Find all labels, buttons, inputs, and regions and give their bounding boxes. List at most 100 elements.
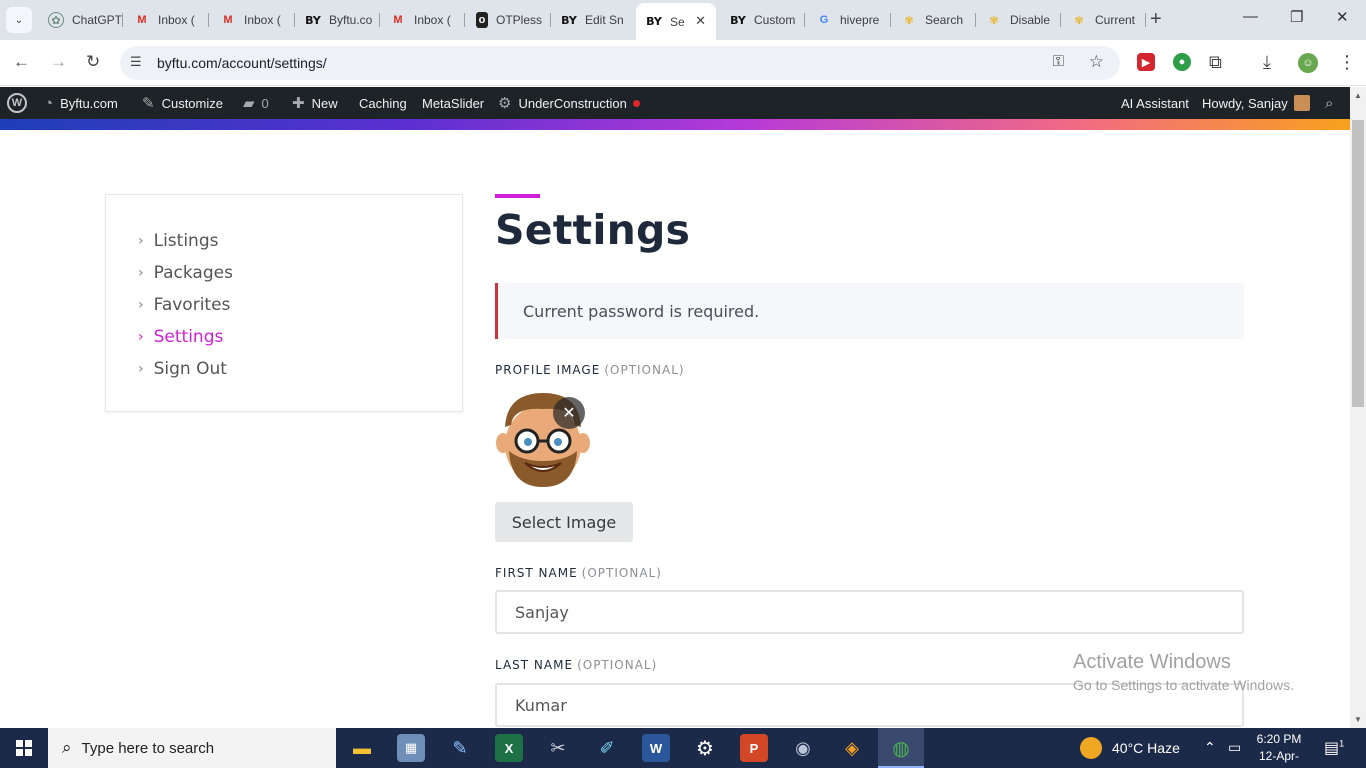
browser-tab-strip: ⌄ ✿ ChatGPT M Inbox ( M Inbox ( BY Byftu… <box>0 0 1366 40</box>
activate-windows-subtitle: Go to Settings to activate Windows. <box>1073 677 1294 693</box>
tab-title: Inbox ( <box>158 13 195 27</box>
tab-inbox-1[interactable]: M Inbox ( <box>124 6 209 34</box>
admin-metaslider-link[interactable]: MetaSlider <box>422 87 484 119</box>
first-name-field[interactable]: Sanjay <box>495 590 1244 634</box>
tray-chevron-up-icon[interactable]: ⌃ <box>1204 739 1216 756</box>
tab-inbox-2[interactable]: M Inbox ( <box>210 6 295 34</box>
tab-custom[interactable]: BY Custom <box>720 6 805 34</box>
file-explorer-icon[interactable]: ▬ <box>348 734 376 762</box>
wordpress-logo-icon[interactable]: W <box>7 87 27 119</box>
byftu-icon: BY <box>646 15 662 28</box>
admin-underconstruction-label: UnderConstruction <box>518 95 627 111</box>
tab-search[interactable]: ✾ Search <box>891 6 976 34</box>
paint-icon[interactable]: ✎ <box>446 734 474 762</box>
snipping-tool-icon[interactable]: ✂ <box>544 734 572 762</box>
settings-gear-icon[interactable]: ⚙ <box>691 734 719 762</box>
admin-account-menu[interactable]: Howdy, Sanjay <box>1202 87 1310 119</box>
tab-title: Search <box>925 13 964 27</box>
notepad-icon[interactable]: ✐ <box>593 734 621 762</box>
tab-edit-snippet[interactable]: BY Edit Sn <box>551 6 636 34</box>
address-bar[interactable]: ☰ byftu.com/account/settings/ ⚿ ☆ <box>120 46 1120 80</box>
password-key-icon[interactable]: ⚿ <box>1053 53 1064 70</box>
tab-inbox-3[interactable]: M Inbox ( <box>380 6 465 34</box>
tab-current[interactable]: ✾ Current <box>1061 6 1146 34</box>
sidebar-item-listings[interactable]: › Listings <box>138 229 218 253</box>
restore-icon[interactable]: ❐ <box>1290 8 1303 26</box>
admin-site-label: Byftu.com <box>60 95 118 111</box>
tab-disable[interactable]: ✾ Disable <box>976 6 1061 34</box>
gmail-icon: M <box>137 14 147 26</box>
scroll-down-icon[interactable]: ▼ <box>1354 715 1362 724</box>
admin-search-icon[interactable]: ⌕ <box>1325 87 1333 119</box>
byftu-icon: BY <box>561 13 577 27</box>
gmail-icon: M <box>393 14 403 26</box>
admin-comments-link[interactable]: ▰ 0 <box>243 87 269 119</box>
tab-chatgpt[interactable]: ✿ ChatGPT <box>38 6 123 34</box>
tab-settings-active[interactable]: BY Se ✕ <box>636 3 716 40</box>
admin-caching-link[interactable]: Caching <box>359 87 407 119</box>
tab-hivepress[interactable]: G hivepre <box>806 6 891 34</box>
sidebar-item-favorites[interactable]: › Favorites <box>138 293 230 317</box>
close-tab-icon[interactable]: ✕ <box>695 13 706 29</box>
admin-new-link[interactable]: ✚ New <box>292 87 338 119</box>
admin-ai-assistant-label: AI Assistant <box>1121 95 1189 111</box>
profile-image-label: PROFILE IMAGE (OPTIONAL) <box>495 363 685 377</box>
back-icon[interactable]: ← <box>13 52 30 72</box>
browser-shield-icon[interactable]: ◈ <box>838 734 866 762</box>
tab-byftu[interactable]: BY Byftu.co <box>295 6 380 34</box>
taskbar-search-box[interactable]: ⌕ Type here to search <box>48 728 336 768</box>
calculator-icon[interactable]: ▦ <box>397 734 425 762</box>
scrollbar-thumb[interactable] <box>1352 120 1364 407</box>
close-window-icon[interactable]: ✕ <box>1336 8 1349 26</box>
page-title: Settings <box>495 206 691 254</box>
reload-icon[interactable]: ↻ <box>86 52 100 72</box>
admin-underconstruction-link[interactable]: ⚙ UnderConstruction <box>498 87 640 119</box>
minimize-icon[interactable]: — <box>1243 8 1258 25</box>
word-icon[interactable]: W <box>642 734 670 762</box>
taskbar-clock[interactable]: 6:20 PM 12-Apr-24 <box>1254 731 1304 768</box>
sidebar-item-settings[interactable]: › Settings <box>138 325 223 349</box>
gmail-icon: M <box>223 14 233 26</box>
wp-admin-bar: W ◔ Byftu.com ✎ Customize ▰ 0 ✚ New Cach… <box>0 87 1366 119</box>
new-tab-button[interactable]: + <box>1150 8 1162 31</box>
chevron-right-icon: › <box>138 329 144 345</box>
remove-image-button[interactable]: ✕ <box>553 397 585 429</box>
tab-title: Current <box>1095 13 1136 27</box>
bookmark-star-icon[interactable]: ☆ <box>1089 52 1104 72</box>
sidebar-item-label: Packages <box>153 263 233 283</box>
tab-search-button[interactable]: ⌄ <box>6 7 32 33</box>
tab-otpless[interactable]: o OTPless <box>466 6 551 34</box>
scroll-up-icon[interactable]: ▲ <box>1354 91 1362 100</box>
sidebar-item-sign-out[interactable]: › Sign Out <box>138 357 227 381</box>
sidebar-item-packages[interactable]: › Packages <box>138 261 233 285</box>
tab-title: Custom <box>754 13 796 27</box>
extension-shield-icon[interactable]: ● <box>1173 53 1191 71</box>
profile-avatar-icon[interactable]: ☺ <box>1298 53 1318 73</box>
camera-icon[interactable]: ◉ <box>789 734 817 762</box>
admin-ai-assistant-link[interactable]: AI Assistant <box>1121 87 1189 119</box>
url-text[interactable]: byftu.com/account/settings/ <box>157 55 327 71</box>
page-scrollbar[interactable]: ▲ ▼ <box>1350 87 1366 728</box>
download-icon[interactable]: ⤓ <box>1263 52 1271 73</box>
browser-toolbar: ← → ↻ ☰ byftu.com/account/settings/ ⚿ ☆ … <box>0 40 1366 86</box>
admin-new-label: New <box>311 95 338 111</box>
chrome-icon[interactable]: ◍ <box>887 734 915 762</box>
powerpoint-icon[interactable]: P <box>740 734 768 762</box>
notification-center-icon[interactable]: ▤1 <box>1324 738 1344 758</box>
excel-icon[interactable]: X <box>495 734 523 762</box>
tab-title: ChatGPT <box>72 13 122 27</box>
weather-widget[interactable]: 40°C Haze <box>1080 728 1180 768</box>
extensions-puzzle-icon[interactable]: ⧉ <box>1209 52 1222 73</box>
network-icon[interactable]: ▭ <box>1228 739 1241 756</box>
admin-site-link[interactable]: ◔ Byftu.com <box>44 87 118 119</box>
forward-icon[interactable]: → <box>50 52 67 72</box>
search-icon: ⌕ <box>62 738 72 757</box>
site-info-icon[interactable]: ☰ <box>130 54 142 70</box>
extension-red-icon[interactable]: ▶ <box>1137 53 1155 71</box>
menu-kebab-icon[interactable]: ⋮ <box>1338 52 1356 73</box>
weather-haze-icon <box>1080 737 1102 759</box>
select-image-button[interactable]: Select Image <box>495 502 633 542</box>
admin-customize-link[interactable]: ✎ Customize <box>142 87 223 119</box>
chatgpt-icon: ✿ <box>48 12 64 28</box>
start-button[interactable] <box>0 728 48 768</box>
